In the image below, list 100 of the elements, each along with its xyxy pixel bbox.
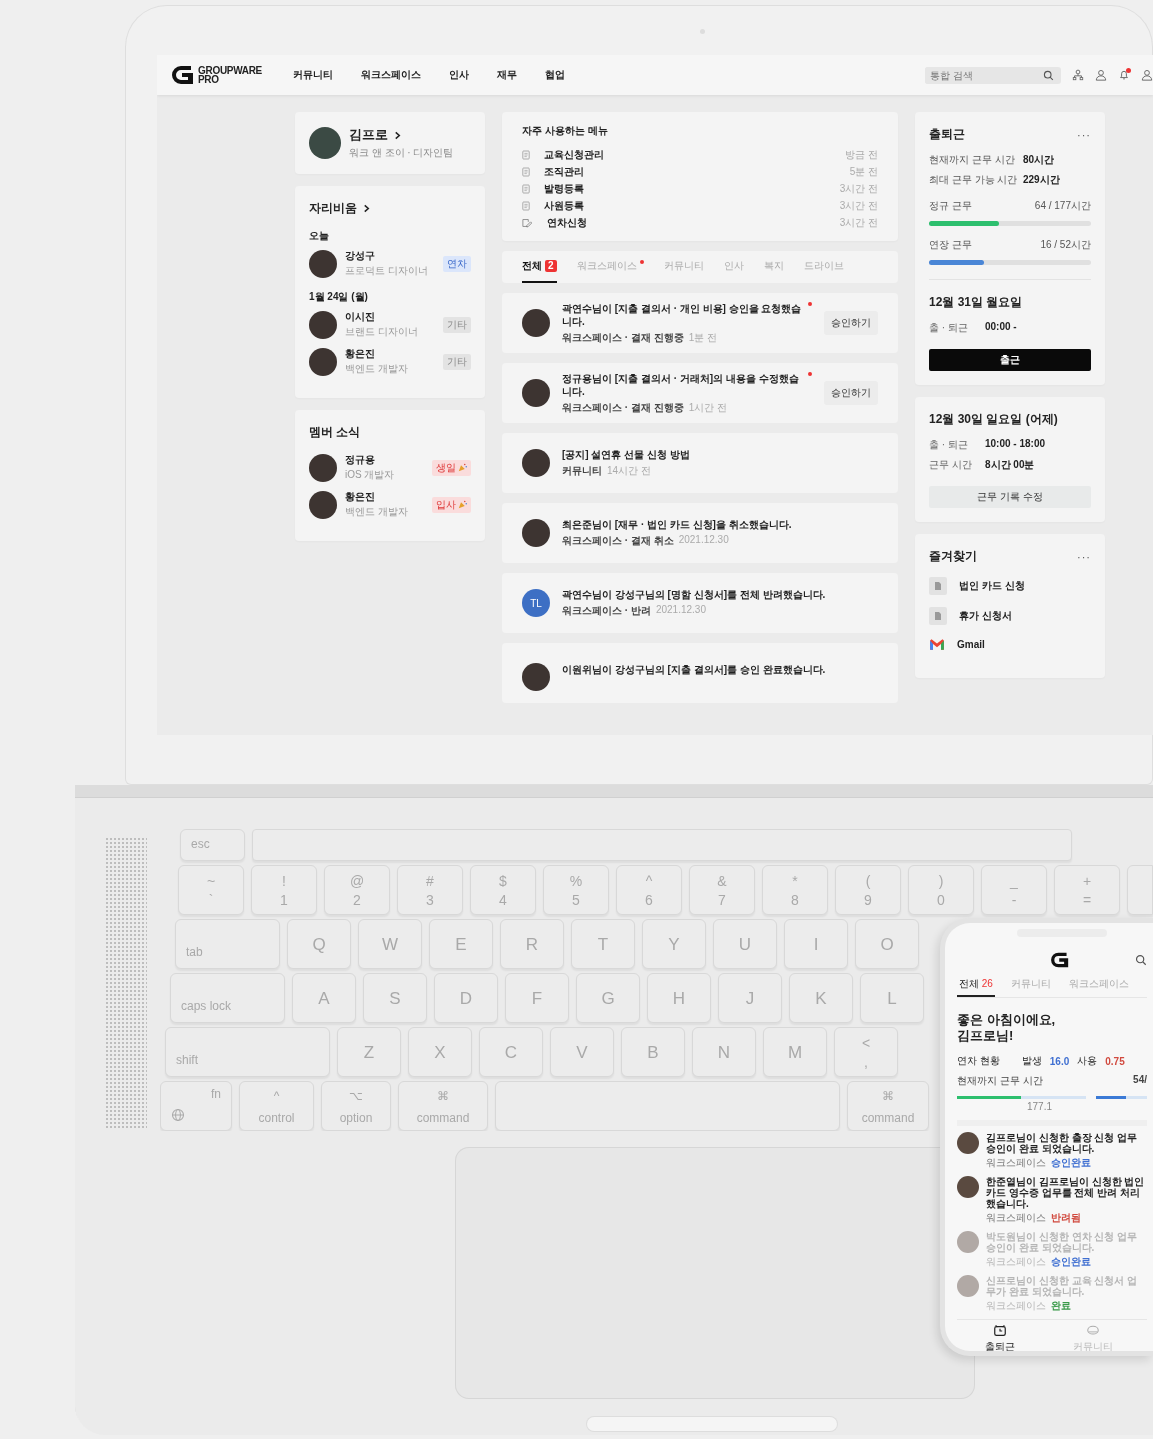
menu-link[interactable]: 조직관리 [544,164,836,179]
keyboard-key[interactable]: ⌘ command [847,1081,929,1131]
status-tag: 승인완료 [1051,1255,1091,1269]
person-icon[interactable] [1141,69,1153,81]
approve-button[interactable]: 승인하기 [824,381,878,405]
keyboard-key[interactable]: H [647,973,711,1023]
check-in-button[interactable]: 출근 [929,349,1091,371]
date-label: 오늘 [309,229,330,243]
favorite-link[interactable]: 휴가 신청서 [959,609,1012,623]
nav-link[interactable]: 커뮤니티 [293,68,333,82]
keyboard-key[interactable]: V [550,1027,614,1077]
feed-tab[interactable]: 워크스페이스 [576,251,644,283]
feed-tab[interactable]: 워크스페이스 [1066,977,1131,997]
feed-tab[interactable]: 커뮤니티 [663,251,704,283]
keyboard-key[interactable]: ) 0 [908,865,974,915]
keyboard-key[interactable]: esc [180,829,245,861]
feed-tab[interactable]: 드라이브 [803,251,844,283]
keyboard-key[interactable]: Z [337,1027,401,1077]
search-icon[interactable] [1135,954,1147,966]
feed-tab[interactable]: 복지 [763,251,784,283]
bottom-nav-item[interactable]: 출퇴근 [985,1324,1015,1351]
keyboard-key[interactable]: J [718,973,782,1023]
keyboard-key[interactable]: % 5 [543,865,609,915]
keyboard-key[interactable]: X [408,1027,472,1077]
person-icon[interactable] [1095,69,1107,81]
keyboard-key[interactable]: tab [175,919,280,969]
keyboard-key[interactable]: + = [1054,865,1120,915]
card-title: 멤버 소식 [309,424,361,441]
time-label: 근무 시간 [929,458,973,472]
document-icon [522,166,530,177]
keyboard-key[interactable]: caps lock [170,973,285,1023]
keyboard-key[interactable]: ⌥ option [321,1081,391,1131]
feed-tab[interactable]: 전체 26 [957,977,995,997]
keyboard-key[interactable]: ( 9 [835,865,901,915]
keyboard-key[interactable]: & 7 [689,865,755,915]
keyboard-key[interactable]: E [429,919,493,969]
keyboard-key[interactable]: @ 2 [324,865,390,915]
alarm-clock-icon [993,1324,1007,1338]
keyboard-key[interactable]: D [434,973,498,1023]
keyboard-key[interactable]: A [292,973,356,1023]
menu-link[interactable]: 발령등록 [544,181,826,196]
favorite-link[interactable]: Gmail [957,639,985,650]
date-heading: 12월 30일 일요일 (어제) [929,411,1059,428]
keyboard-key[interactable]: _ - [981,865,1047,915]
keyboard-key[interactable]: shift [165,1027,330,1077]
keyboard-key[interactable]: U [713,919,777,969]
keyboard-key[interactable]: W [358,919,422,969]
keyboard-key[interactable]: fn [160,1081,232,1131]
org-chart-icon[interactable] [1072,69,1084,81]
keyboard-key[interactable]: F [505,973,569,1023]
favorite-link[interactable]: 법인 카드 신청 [959,579,1025,593]
keyboard-key[interactable]: < , [834,1027,898,1077]
keyboard-key[interactable]: K [789,973,853,1023]
nav-link[interactable]: 워크스페이스 [361,68,421,82]
bar-label: 정규 근무 [929,199,972,213]
edit-record-button[interactable]: 근무 기록 수정 [929,486,1091,508]
status-tag: 연차 [443,255,471,272]
keyboard-key[interactable]: I [784,919,848,969]
notification-title: 곽연수님이 [지출 결의서 · 개인 비용] 승인을 요청했습니다. [562,301,803,328]
nav-link[interactable]: 인사 [449,68,469,82]
feed-tab[interactable]: 커뮤니티 [1008,977,1053,997]
keyboard-key[interactable]: R [500,919,564,969]
nav-link[interactable]: 재무 [497,68,517,82]
bell-icon[interactable] [1118,69,1130,81]
keyboard-key[interactable]: ^ control [239,1081,314,1131]
menu-link[interactable]: 교육신청관리 [544,147,832,162]
keyboard-key[interactable]: * 8 [762,865,828,915]
keyboard-key[interactable]: O [855,919,919,969]
keyboard-key[interactable]: Q [287,919,351,969]
keyboard-key[interactable]: ^ 6 [616,865,682,915]
keyboard-key[interactable]: M [763,1027,827,1077]
keyboard-key[interactable]: ~ ` [178,865,244,915]
search-icon[interactable] [1043,69,1054,81]
keyboard-key[interactable]: G [576,973,640,1023]
keyboard-key[interactable]: Y [642,919,706,969]
keyboard-key[interactable]: # 3 [397,865,463,915]
nav-link[interactable]: 협업 [545,68,565,82]
approve-button[interactable]: 승인하기 [824,311,878,335]
avatar [309,347,337,376]
avatar [309,127,341,159]
notification-title: 최은준님이 [재무 · 법인 카드 신청]을 취소했습니다. [562,518,792,531]
menu-link[interactable]: 사원등록 [544,198,826,213]
logo-text: PRO [198,75,219,84]
keyboard-key[interactable]: ! 1 [251,865,317,915]
document-icon [522,183,530,194]
keyboard-key[interactable]: T [571,919,635,969]
avatar [522,449,550,477]
keyboard-key[interactable]: ⌘ command [398,1081,488,1131]
keyboard-key[interactable]: $ 4 [470,865,536,915]
keyboard-key[interactable]: L [860,973,924,1023]
keyboard-key[interactable]: N [692,1027,756,1077]
feed-tab[interactable]: 인사 [723,251,744,283]
keyboard-key[interactable]: C [479,1027,543,1077]
keyboard-key[interactable]: B [621,1027,685,1077]
feed-tab[interactable]: 전체 2 [522,251,557,283]
more-button[interactable]: ··· [1077,128,1091,141]
keyboard-key[interactable]: S [363,973,427,1023]
menu-link[interactable]: 연차신청 [547,215,826,230]
more-button[interactable]: ··· [1077,550,1091,563]
document-icon [522,200,530,211]
